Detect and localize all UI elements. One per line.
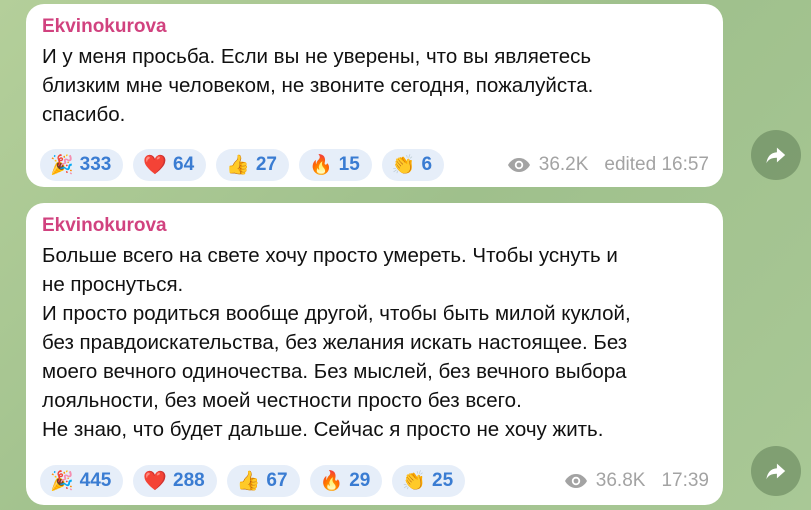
fire-icon: 🔥 [319,469,344,492]
message-author[interactable]: Ekvinokurova [42,215,707,237]
reaction-thumbs-up[interactable]: 👍 67 [226,465,300,497]
message-bubble[interactable]: Ekvinokurova Больше всего на свете хочу … [26,203,723,505]
reaction-party-popper[interactable]: 🎉 445 [40,465,124,497]
clapping-hands-icon: 👏 [391,153,416,176]
reaction-count: 25 [432,470,454,491]
message-footer: 🎉 333 ❤️ 64 👍 27 🔥 15 👏 6 36.2K edited 1… [40,149,709,181]
reaction-red-heart[interactable]: ❤️ 288 [133,465,217,497]
forward-button[interactable] [751,446,801,496]
reaction-thumbs-up[interactable]: 👍 27 [216,149,289,181]
red-heart-icon: ❤️ [143,469,168,492]
reaction-clapping-hands[interactable]: 👏 25 [392,465,466,497]
view-count: 36.2K [538,154,589,175]
forward-arrow-icon [766,147,786,164]
reaction-count: 64 [173,154,195,175]
forward-arrow-icon [766,463,786,480]
message-author[interactable]: Ekvinokurova [42,16,707,38]
reaction-count: 445 [79,470,112,491]
reaction-count: 333 [79,154,112,175]
clapping-hands-icon: 👏 [402,469,427,492]
reaction-fire[interactable]: 🔥 15 [299,149,372,181]
message-time: 17:39 [661,470,709,491]
party-popper-icon: 🎉 [50,153,74,176]
message-text: И у меня просьба. Если вы не уверены, чт… [42,45,594,126]
thumbs-up-icon: 👍 [226,153,250,176]
message-bubble[interactable]: Ekvinokurova И у меня просьба. Если вы н… [26,4,723,187]
reaction-red-heart[interactable]: ❤️ 64 [133,149,207,181]
party-popper-icon: 🎉 [50,469,74,492]
reaction-count: 288 [173,470,205,491]
reaction-count: 15 [338,154,360,175]
fire-icon: 🔥 [309,153,333,176]
eye-icon [564,474,587,488]
thumbs-up-icon: 👍 [236,469,261,492]
view-count: 36.8K [595,470,646,491]
reaction-fire[interactable]: 🔥 29 [309,465,383,497]
reaction-clapping-hands[interactable]: 👏 6 [381,149,445,181]
reaction-count: 67 [266,470,288,491]
reaction-party-popper[interactable]: 🎉 333 [40,149,124,181]
message-time: edited 16:57 [604,154,709,175]
eye-icon [507,158,530,172]
message-text: Больше всего на свете хочу просто умерет… [42,244,631,441]
reaction-count: 27 [255,154,277,175]
message-footer: 🎉 445 ❤️ 288 👍 67 🔥 29 👏 25 36.8K 17:39 [40,465,709,497]
forward-button[interactable] [751,130,801,180]
reaction-count: 6 [421,154,433,175]
message-meta: 36.8K 17:39 [564,470,709,492]
message-meta: 36.2K edited 16:57 [507,154,709,176]
red-heart-icon: ❤️ [143,153,168,176]
reactions-bar: 🎉 445 ❤️ 288 👍 67 🔥 29 👏 25 [40,465,466,497]
reactions-bar: 🎉 333 ❤️ 64 👍 27 🔥 15 👏 6 [40,149,445,181]
reaction-count: 29 [349,470,371,491]
